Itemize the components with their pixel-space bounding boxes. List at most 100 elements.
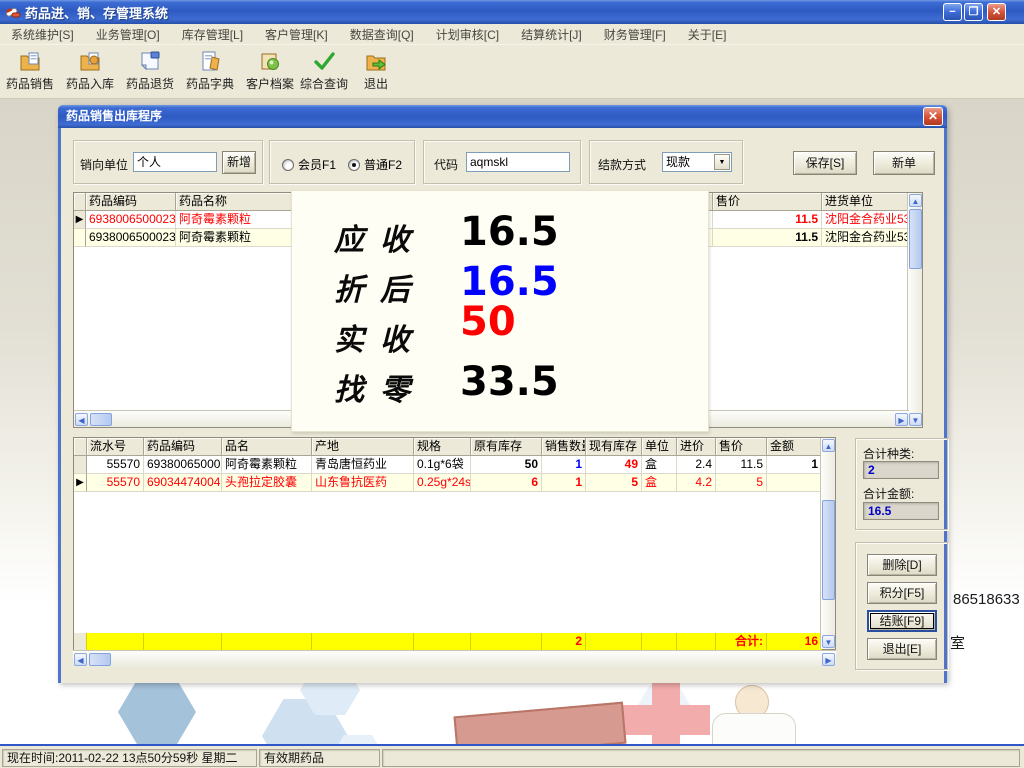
- col-sale-qty[interactable]: 销售数量: [542, 438, 586, 456]
- dialog-title: 药品销售出库程序: [66, 109, 162, 123]
- col-code[interactable]: 药品编码: [144, 438, 222, 456]
- new-order-button[interactable]: 新单: [873, 151, 935, 175]
- scroll-up-icon[interactable]: ▲: [909, 194, 922, 207]
- menu-finance[interactable]: 财务管理[F]: [593, 26, 677, 43]
- col-name[interactable]: 品名: [222, 438, 312, 456]
- scroll-up-icon[interactable]: ▲: [822, 439, 835, 452]
- minimize-button[interactable]: −: [943, 3, 962, 21]
- col-serial[interactable]: 流水号: [87, 438, 144, 456]
- desktop-partial-text: 室: [950, 632, 965, 653]
- scroll-down-icon[interactable]: ▼: [909, 413, 922, 426]
- col-origin[interactable]: 产地: [312, 438, 414, 456]
- col-drug-code[interactable]: 药品编码: [86, 193, 176, 211]
- application-window: 药品进、销、存管理系统 − ❐ ✕ 系统维护[S] 业务管理[O] 库存管理[L…: [0, 0, 1024, 768]
- summary-groupbox: 合计种类: 2 合计金额: 16.5: [855, 438, 948, 530]
- delete-button[interactable]: 删除[D]: [867, 554, 937, 576]
- menu-about[interactable]: 关于[E]: [677, 26, 738, 43]
- payment-label: 结款方式: [598, 156, 646, 173]
- dialog-titlebar[interactable]: 药品销售出库程序 ✕: [58, 105, 947, 128]
- payment-select[interactable]: 现款 ▼: [662, 152, 732, 172]
- receivable-label: 应收: [334, 215, 426, 259]
- scroll-right-icon[interactable]: ▶: [895, 413, 908, 426]
- code-input[interactable]: aqmskl: [466, 152, 570, 172]
- table-row[interactable]: ▶ 55570 6903447400461 头孢拉定胶囊 山东鲁抗医药 0.25…: [74, 474, 835, 492]
- col-unit[interactable]: 单位: [642, 438, 677, 456]
- toolbar-label: 综合查询: [300, 75, 348, 92]
- member-radio-label: 会员F1: [298, 156, 336, 173]
- col-spec[interactable]: 规格: [414, 438, 471, 456]
- menu-system[interactable]: 系统维护[S]: [0, 26, 85, 43]
- toolbar-query[interactable]: 综合查询: [296, 47, 352, 97]
- toolbar-customer-file[interactable]: 客户档案: [242, 47, 298, 97]
- save-button[interactable]: 保存[S]: [793, 151, 857, 175]
- customer-input[interactable]: 个人: [133, 152, 217, 172]
- total-label: 合计:: [716, 633, 767, 651]
- drug-return-icon: [138, 49, 162, 73]
- toolbar-label: 药品字典: [186, 75, 234, 92]
- statusbar-time: 现在时间:2011-02-22 13点50分59秒 星期二: [2, 749, 257, 767]
- chevron-down-icon[interactable]: ▼: [714, 154, 730, 170]
- member-radio[interactable]: 会员F1: [282, 156, 336, 173]
- total-species-value: 2: [863, 461, 939, 479]
- col-price[interactable]: 售价: [716, 438, 767, 456]
- payment-groupbox: 结款方式 现款 ▼: [589, 140, 743, 184]
- scroll-left-icon[interactable]: ◀: [74, 653, 87, 666]
- menu-plan-audit[interactable]: 计划审核[C]: [425, 26, 510, 43]
- sales-items-table: 流水号 药品编码 品名 产地 规格 原有库存 销售数量 现有库存 单位 进价 售…: [73, 437, 836, 650]
- toolbar-exit[interactable]: 退出: [348, 47, 404, 97]
- restore-button[interactable]: ❐: [964, 3, 983, 21]
- toolbar-label: 药品退货: [126, 75, 174, 92]
- col-price[interactable]: 售价: [713, 193, 822, 211]
- menu-data-query[interactable]: 数据查询[Q]: [339, 26, 425, 43]
- scroll-thumb[interactable]: [822, 500, 835, 600]
- scroll-thumb[interactable]: [909, 209, 922, 269]
- scroll-down-icon[interactable]: ▼: [822, 635, 835, 648]
- toolbar-drug-return[interactable]: 药品退货: [122, 47, 178, 97]
- col-old-stock[interactable]: 原有库存: [471, 438, 542, 456]
- menubar: 系统维护[S] 业务管理[O] 库存管理[L] 客户管理[K] 数据查询[Q] …: [0, 24, 1024, 45]
- col-amount[interactable]: 金额: [767, 438, 822, 456]
- customer-file-icon: [258, 49, 282, 73]
- radio-circle-selected-icon: [348, 159, 360, 171]
- points-button[interactable]: 积分[F5]: [867, 582, 937, 604]
- change-value: 33.5: [460, 359, 559, 405]
- toolbar-drug-dictionary[interactable]: 药品字典: [182, 47, 238, 97]
- row-selector-arrow-icon: ▶: [74, 211, 86, 229]
- dialog-close-button[interactable]: ✕: [923, 107, 943, 126]
- col-new-stock[interactable]: 现有库存: [586, 438, 642, 456]
- exit-button[interactable]: 退出[E]: [867, 638, 937, 660]
- scroll-left-icon[interactable]: ◀: [75, 413, 88, 426]
- payment-overlay-panel: 应收 16.5 折后 16.5 实收 50 找零 33.5: [291, 190, 709, 432]
- lower-table-hscrollbar[interactable]: ◀ ▶: [73, 650, 836, 667]
- toolbar-drug-inbound[interactable]: 药品入库: [62, 47, 118, 97]
- table-header-row: 流水号 药品编码 品名 产地 规格 原有库存 销售数量 现有库存 单位 进价 售…: [74, 438, 835, 456]
- statusbar-empty-pane: [382, 749, 1020, 767]
- normal-radio-label: 普通F2: [364, 156, 402, 173]
- discounted-label: 折后: [334, 265, 426, 309]
- checkout-button[interactable]: 结账[F9]: [867, 610, 937, 632]
- menu-business[interactable]: 业务管理[O]: [85, 26, 171, 43]
- col-supplier[interactable]: 进货单位: [822, 193, 909, 211]
- code-groupbox: 代码 aqmskl: [423, 140, 581, 184]
- scroll-right-icon[interactable]: ▶: [822, 653, 835, 666]
- normal-radio[interactable]: 普通F2: [348, 156, 402, 173]
- menu-customer[interactable]: 客户管理[K]: [254, 26, 339, 43]
- col-cost[interactable]: 进价: [677, 438, 716, 456]
- exit-icon: [364, 49, 388, 73]
- scroll-thumb[interactable]: [90, 413, 112, 426]
- scroll-thumb[interactable]: [89, 653, 111, 666]
- menu-settlement[interactable]: 结算统计[J]: [510, 26, 593, 43]
- customer-groupbox: 销向单位 个人 新增: [73, 140, 263, 184]
- customer-label: 销向单位: [80, 156, 128, 173]
- pill-icon: [5, 4, 21, 20]
- lower-table-vscrollbar[interactable]: ▲ ▼: [820, 438, 835, 649]
- close-button[interactable]: ✕: [987, 3, 1006, 21]
- hexagon-decor: [118, 679, 196, 745]
- table-row[interactable]: 55570 6938006500023 阿奇霉素颗粒 青岛唐恒药业 0.1g*6…: [74, 456, 835, 474]
- total-amount-value: 16.5: [863, 502, 939, 520]
- toolbar-drug-sale[interactable]: 药品销售: [2, 47, 58, 97]
- menu-inventory[interactable]: 库存管理[L]: [171, 26, 254, 43]
- add-customer-button[interactable]: 新增: [222, 151, 256, 174]
- upper-table-vscrollbar[interactable]: ▲ ▼: [907, 193, 922, 427]
- total-qty: 2: [542, 633, 586, 651]
